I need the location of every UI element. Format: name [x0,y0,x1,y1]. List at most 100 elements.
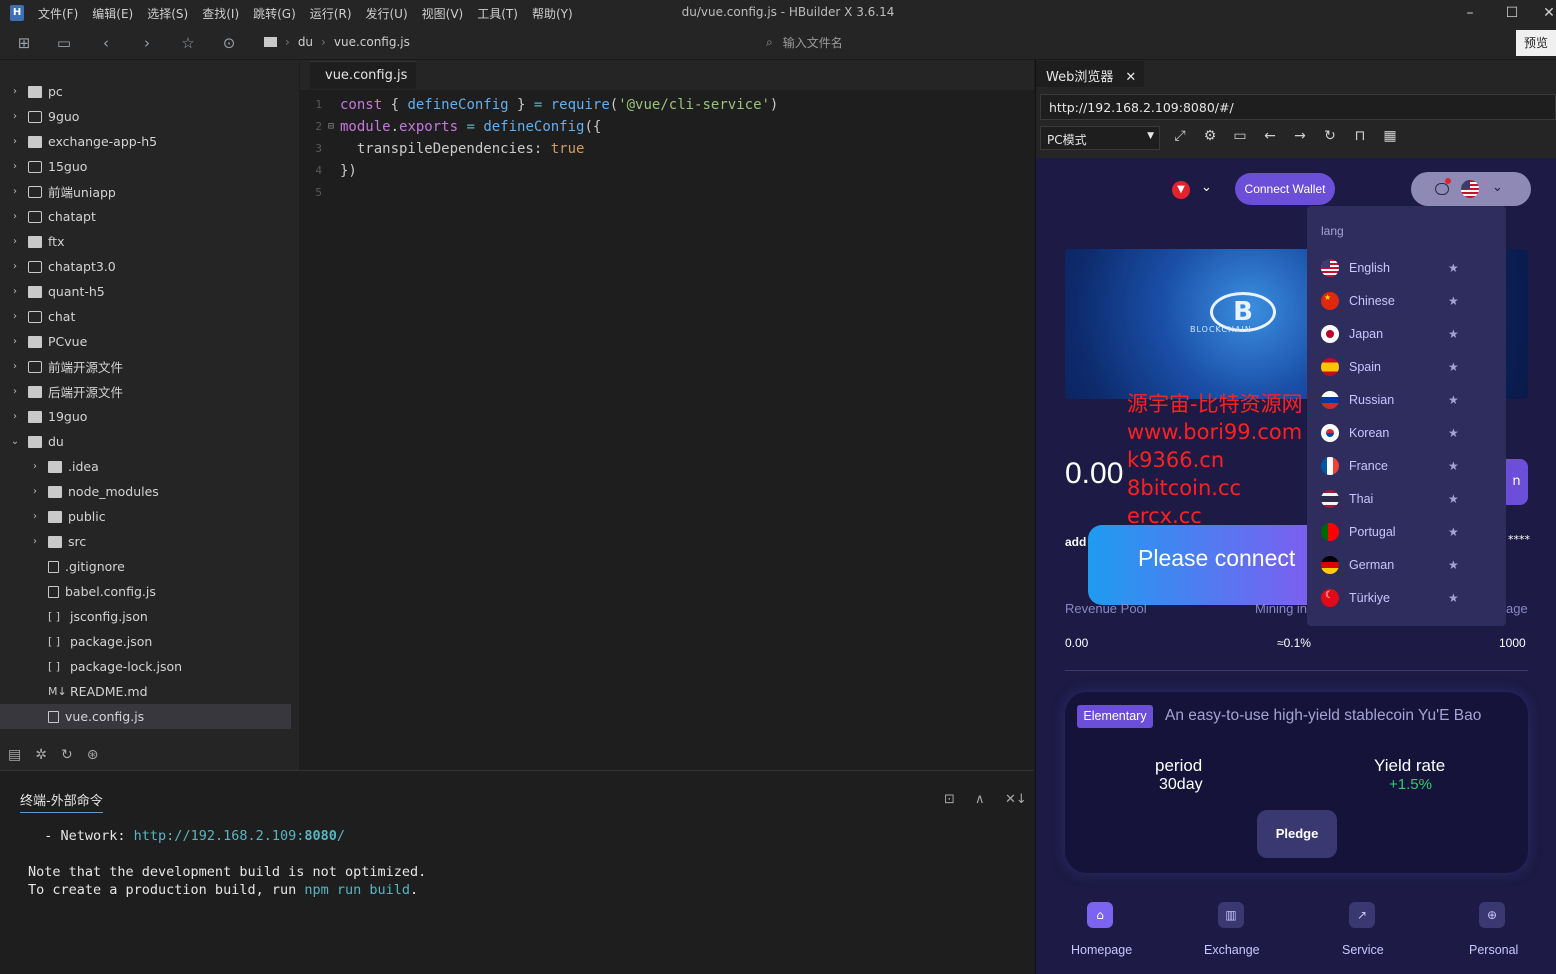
sidebar-item-15guo[interactable]: › 15guo [0,154,291,179]
screenshot-icon[interactable]: ⤢ [1170,128,1190,144]
fold-icon[interactable] [328,182,340,204]
qrcode-icon[interactable]: ▦ [1380,128,1400,144]
pledge-button[interactable]: Pledge [1257,810,1337,858]
language-option-kr[interactable]: Korean ★ [1321,422,1471,444]
chevron-icon[interactable]: › [28,461,42,472]
language-option-th[interactable]: Thai ★ [1321,488,1471,510]
sidebar-item-uniapp[interactable]: › 前端uniapp [0,179,291,204]
fold-icon[interactable] [328,160,340,182]
close-tab-icon[interactable]: ✕ [1125,70,1136,85]
action-button[interactable]: n [1505,459,1528,505]
language-option-us[interactable]: English ★ [1321,257,1471,279]
file-search[interactable]: ⌕ 输入文件名 [766,34,843,51]
language-selector[interactable] [1411,172,1531,206]
run-icon[interactable]: ⊙ [219,33,239,53]
star-icon[interactable]: ★ [1448,492,1459,506]
maximize-button[interactable]: ☐ [1503,4,1521,22]
sidebar-item-package-lock-json[interactable]: [ ] package-lock.json [0,654,291,679]
nav-service-icon[interactable]: ↗ [1349,902,1375,928]
chevron-icon[interactable]: › [28,486,42,497]
back-icon[interactable]: ← [1260,128,1280,144]
sidebar-item-chat[interactable]: › chat [0,304,291,329]
language-option-cn[interactable]: Chinese ★ [1321,290,1471,312]
connect-wallet-button[interactable]: Connect Wallet [1235,173,1335,205]
chevron-icon[interactable]: › [8,136,22,147]
language-option-de[interactable]: German ★ [1321,554,1471,576]
code-line[interactable]: 4}) [300,160,1020,182]
star-icon[interactable]: ★ [1448,426,1459,440]
sidebar-item-[interactable]: › 前端开源文件 [0,354,291,379]
chevron-icon[interactable]: › [8,311,22,322]
star-icon[interactable]: ☆ [178,33,198,53]
sidebar-item-node-modules[interactable]: › node_modules [0,479,291,504]
chevron-icon[interactable]: › [8,211,22,222]
sidebar-item-chatapt3-0[interactable]: › chatapt3.0 [0,254,291,279]
breadcrumb-item-file[interactable]: vue.config.js [334,35,410,49]
sidebar-item-quant-h5[interactable]: › quant-h5 [0,279,291,304]
star-icon[interactable]: ★ [1448,459,1459,473]
language-option-jp[interactable]: Japan ★ [1321,323,1471,345]
plugin-icon[interactable]: ⊛ [87,747,99,763]
fold-icon[interactable] [328,138,340,160]
language-option-fr[interactable]: France ★ [1321,455,1471,477]
star-icon[interactable]: ★ [1448,558,1459,572]
settings-icon[interactable]: ⚙ [1200,128,1220,144]
terminal-link[interactable]: http://192.168.2.109: [134,828,305,844]
language-option-es[interactable]: Spain ★ [1321,356,1471,378]
collapse-panel-icon[interactable]: ∧ [975,792,985,807]
chevron-icon[interactable]: › [8,236,22,247]
code-line[interactable]: 3 transpileDependencies: true [300,138,1020,160]
code-line[interactable]: 1 const { defineConfig } = require('@vue/… [300,94,1020,116]
chevron-icon[interactable]: › [28,511,42,522]
forward-icon[interactable]: → [1290,128,1310,144]
new-terminal-icon[interactable]: ⊡ [944,792,955,807]
fold-icon[interactable]: ⊟ [328,116,340,138]
language-option-ru[interactable]: Russian ★ [1321,389,1471,411]
fold-icon[interactable] [328,94,340,116]
nav-exchange-icon[interactable]: ▥ [1218,902,1244,928]
clear-terminal-icon[interactable]: ✕↓ [1005,792,1027,807]
sidebar-item-idea[interactable]: › .idea [0,454,291,479]
chevron-icon[interactable]: › [8,186,22,197]
chevron-icon[interactable]: › [8,386,22,397]
chevron-down-icon[interactable]: ⌄ [1201,180,1212,195]
chevron-icon[interactable]: › [8,361,22,372]
star-icon[interactable]: ★ [1448,393,1459,407]
chevron-icon[interactable]: › [8,411,22,422]
console-icon[interactable]: ▭ [1230,128,1250,144]
breadcrumb-item-du[interactable]: du [298,35,313,49]
lock-icon[interactable]: ⊓ [1350,128,1370,144]
sidebar-item-gitignore[interactable]: .gitignore [0,554,291,579]
url-input[interactable]: http://192.168.2.109:8080/#/ [1040,94,1556,120]
sidebar-item-[interactable]: › 后端开源文件 [0,379,291,404]
sidebar-item-readme-md[interactable]: M↓ README.md [0,679,291,704]
chevron-icon[interactable]: ⌄ [8,436,22,447]
code-line[interactable]: 5 [300,182,1020,204]
nav-homepage-icon[interactable]: ⌂ [1087,902,1113,928]
debug-icon[interactable]: ✲ [35,747,47,763]
sidebar-item-du[interactable]: ⌄ du [0,429,291,454]
star-icon[interactable]: ★ [1448,327,1459,341]
sidebar-item-pc[interactable]: › pc [0,79,291,104]
nav-service[interactable]: Service [1342,943,1384,957]
star-icon[interactable]: ★ [1448,294,1459,308]
sidebar-item-19guo[interactable]: › 19guo [0,404,291,429]
save-icon[interactable]: ▭ [54,33,74,53]
nav-personal-icon[interactable]: ⊕ [1479,902,1505,928]
star-icon[interactable]: ★ [1448,360,1459,374]
star-icon[interactable]: ★ [1448,261,1459,275]
sidebar-item-babel-config-js[interactable]: babel.config.js [0,579,291,604]
preview-button[interactable]: 预览 [1516,30,1556,56]
sidebar-item-chatapt[interactable]: › chatapt [0,204,291,229]
chevron-icon[interactable]: › [8,161,22,172]
chevron-down-icon[interactable]: ⌄ [1492,180,1503,195]
chevron-icon[interactable]: › [8,286,22,297]
device-mode-select[interactable]: PC模式 ▼ [1040,126,1160,150]
language-option-tr[interactable]: Türkiye ★ [1321,587,1471,609]
star-icon[interactable]: ★ [1448,591,1459,605]
sidebar-item-9guo[interactable]: › 9guo [0,104,291,129]
star-icon[interactable]: ★ [1448,525,1459,539]
sidebar-item-pcvue[interactable]: › PCvue [0,329,291,354]
file-search-input[interactable]: 输入文件名 [783,34,843,51]
tab-vue-config[interactable]: vue.config.js [310,61,416,89]
